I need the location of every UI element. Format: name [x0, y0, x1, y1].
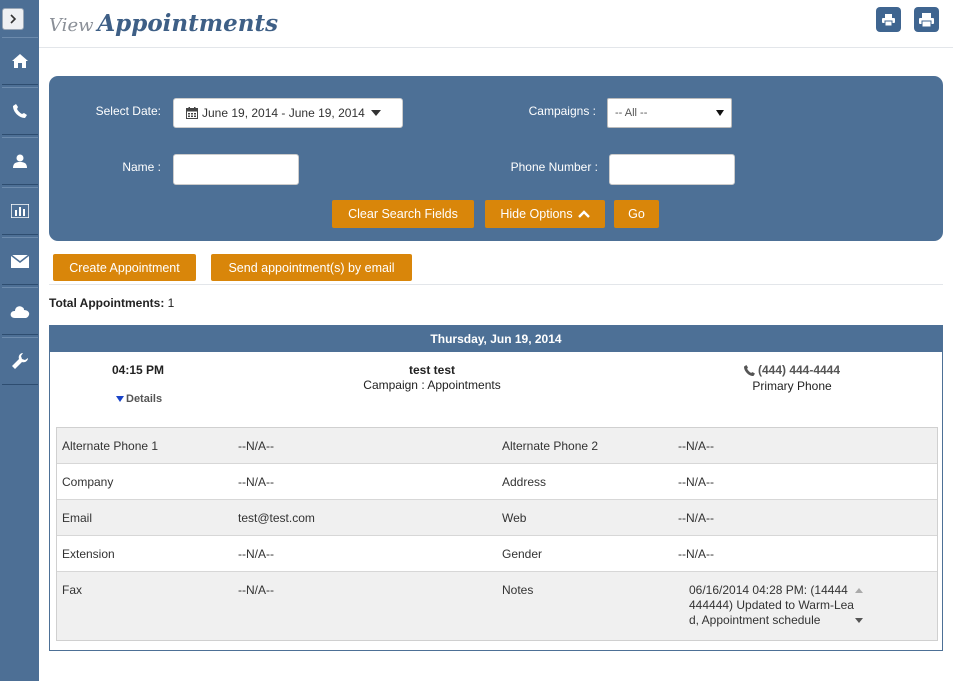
- date-range-picker[interactable]: June 19, 2014 - June 19, 2014: [173, 98, 403, 128]
- detail-label: Web: [502, 511, 527, 525]
- day-header: Thursday, Jun 19, 2014: [50, 326, 942, 352]
- table-row: Fax --N/A-- Notes 06/16/2014 04:28 PM: (…: [57, 572, 937, 640]
- calendar-icon: [186, 107, 198, 119]
- detail-value: --N/A--: [678, 547, 714, 561]
- caret-down-icon: [370, 110, 381, 116]
- date-range-value: June 19, 2014 - June 19, 2014: [202, 106, 365, 120]
- total-appointments-count: 1: [167, 296, 175, 310]
- phone-number-label: Phone Number :: [510, 160, 598, 174]
- details-toggle-label: Details: [126, 393, 163, 405]
- table-row: Alternate Phone 1 --N/A-- Alternate Phon…: [57, 428, 937, 464]
- clear-search-fields-label: Clear Search Fields: [348, 207, 458, 221]
- search-options-panel: Select Date: June 19, 2014 - June 19, 20…: [49, 76, 943, 241]
- page-title: View Appointments: [49, 10, 278, 37]
- appointment-details-table: Alternate Phone 1 --N/A-- Alternate Phon…: [56, 427, 938, 641]
- clear-search-fields-button[interactable]: Clear Search Fields: [332, 200, 474, 228]
- detail-value: --N/A--: [238, 439, 274, 453]
- actions-divider: [49, 284, 943, 285]
- detail-label: Company: [62, 475, 114, 489]
- total-appointments: Total Appointments: 1: [49, 296, 174, 310]
- chevron-down-icon: [716, 110, 724, 116]
- sidebar-item-reports[interactable]: [2, 187, 38, 235]
- sidebar-toggle-button[interactable]: [2, 8, 24, 30]
- sidebar-item-email[interactable]: [2, 237, 38, 285]
- contact-name: test test: [408, 363, 455, 377]
- hide-options-label: Hide Options: [500, 207, 573, 221]
- phone-number-input[interactable]: [609, 154, 735, 185]
- detail-label: Alternate Phone 1: [62, 439, 159, 453]
- appointments-list: Thursday, Jun 19, 2014 04:15 PM Details …: [49, 325, 943, 651]
- go-button[interactable]: Go: [614, 200, 659, 228]
- detail-value: --N/A--: [678, 511, 714, 525]
- appointment-campaign: Campaign : Appointments: [363, 378, 501, 392]
- date-label: Select Date:: [95, 104, 161, 118]
- create-appointment-button[interactable]: Create Appointment: [53, 254, 196, 281]
- appointment-time: 04:15 PM: [112, 363, 165, 377]
- detail-value: --N/A--: [238, 583, 274, 597]
- table-row: Email test@test.com Web --N/A--: [57, 500, 937, 536]
- detail-value: --N/A--: [678, 439, 714, 453]
- detail-label: Alternate Phone 2: [502, 439, 599, 453]
- page-title-main: Appointments: [97, 10, 279, 37]
- table-row: Company --N/A-- Address --N/A--: [57, 464, 937, 500]
- campaigns-label: Campaigns :: [528, 104, 596, 118]
- detail-label: Address: [502, 475, 547, 489]
- wrench-icon: [12, 353, 28, 369]
- header-divider: [39, 47, 953, 48]
- caret-down-icon: [116, 396, 124, 402]
- sidebar: [0, 0, 39, 681]
- table-row: Extension --N/A-- Gender --N/A--: [57, 536, 937, 572]
- detail-value: --N/A--: [678, 475, 714, 489]
- detail-label: Gender: [502, 547, 543, 561]
- chevron-up-icon: [577, 210, 590, 218]
- print-icon: [882, 13, 895, 26]
- contact-phone-number: (444) 444-4444: [757, 363, 841, 377]
- name-input[interactable]: [173, 154, 299, 185]
- envelope-icon: [11, 254, 29, 268]
- scroll-down-arrow-icon[interactable]: [855, 618, 863, 623]
- notes-text: 06/16/2014 04:28 PM: (14444444444) Updat…: [689, 583, 854, 627]
- phone-icon: [13, 104, 27, 118]
- print-all-button[interactable]: [914, 7, 939, 32]
- campaigns-select[interactable]: -- All --: [607, 98, 732, 128]
- send-appointments-email-label: Send appointment(s) by email: [228, 260, 395, 275]
- detail-label: Notes: [502, 583, 534, 597]
- go-label: Go: [628, 207, 645, 221]
- create-appointment-label: Create Appointment: [69, 260, 180, 275]
- phone-icon: [743, 364, 755, 376]
- detail-label: Extension: [62, 547, 115, 561]
- detail-value: --N/A--: [238, 547, 274, 561]
- home-icon: [12, 54, 28, 68]
- chevron-right-icon: [10, 14, 17, 24]
- print-button[interactable]: [876, 7, 901, 32]
- user-icon: [13, 154, 27, 168]
- cloud-icon: [10, 305, 30, 318]
- scroll-up-arrow-icon[interactable]: [855, 588, 863, 593]
- sidebar-item-cloud[interactable]: [2, 287, 38, 335]
- bar-chart-icon: [11, 204, 29, 218]
- total-appointments-label: Total Appointments:: [49, 296, 165, 310]
- print-icon: [919, 12, 934, 27]
- sidebar-item-settings[interactable]: [2, 337, 38, 385]
- send-appointments-email-button[interactable]: Send appointment(s) by email: [211, 254, 412, 281]
- sidebar-item-contacts[interactable]: [2, 137, 38, 185]
- contact-phone[interactable]: (444) 444-4444: [712, 363, 872, 377]
- campaigns-selected-value: -- All --: [615, 107, 648, 119]
- detail-label: Email: [62, 511, 93, 525]
- detail-value: --N/A--: [238, 475, 274, 489]
- details-toggle[interactable]: Details: [116, 393, 162, 405]
- name-label: Name :: [122, 160, 161, 174]
- email-link[interactable]: test@test.com: [238, 511, 315, 525]
- sidebar-item-calls[interactable]: [2, 87, 38, 135]
- hide-options-button[interactable]: Hide Options: [485, 200, 605, 228]
- page-title-prefix: View: [49, 15, 94, 36]
- detail-label: Fax: [62, 583, 83, 597]
- contact-phone-type: Primary Phone: [752, 379, 832, 393]
- sidebar-item-home[interactable]: [2, 37, 38, 85]
